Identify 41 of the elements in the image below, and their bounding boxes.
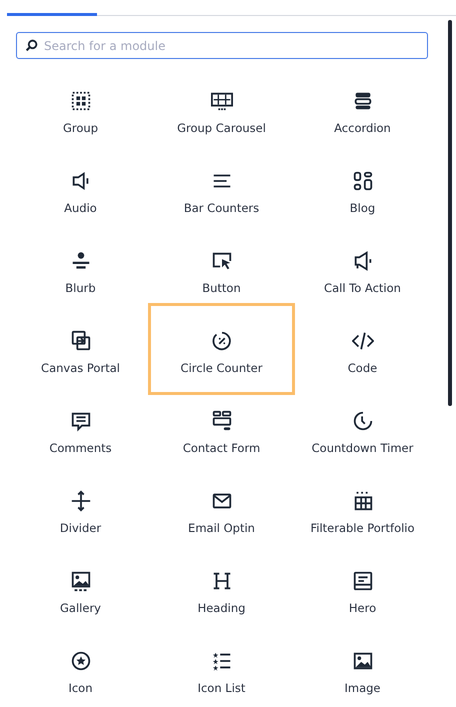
- module-button[interactable]: Circle Counter: [148, 303, 295, 395]
- star-circle-icon: [70, 650, 92, 672]
- module-button[interactable]: Gallery: [10, 549, 151, 629]
- module-button[interactable]: Accordion: [292, 69, 433, 149]
- module-button[interactable]: Canvas Portal: [10, 309, 151, 389]
- dotted-square-icon: [70, 90, 92, 112]
- module-button[interactable]: Countdown Timer: [292, 389, 433, 469]
- module-button[interactable]: Group: [10, 69, 151, 149]
- form-icon: [210, 410, 232, 432]
- scrollbar[interactable]: [448, 20, 452, 406]
- module-button[interactable]: Divider: [10, 469, 151, 549]
- module-button[interactable]: Image: [292, 629, 433, 707]
- module-button[interactable]: Bar Counters: [151, 149, 292, 229]
- percent-circle-icon: [210, 330, 232, 352]
- module-button[interactable]: Heading: [151, 549, 292, 629]
- list-icon: [210, 650, 232, 672]
- module-button[interactable]: Call To Action: [292, 229, 433, 309]
- divider-icon: [70, 490, 92, 512]
- comment-icon: [70, 410, 92, 432]
- image-icon: [352, 650, 374, 672]
- gallery-icon: [70, 570, 92, 592]
- module-button[interactable]: Audio: [10, 149, 151, 229]
- module-button[interactable]: Blurb: [10, 229, 151, 309]
- search-icon: [25, 39, 38, 52]
- module-button[interactable]: Blog: [292, 149, 433, 229]
- module-button[interactable]: Comments: [10, 389, 151, 469]
- search-field[interactable]: Search for a module: [16, 32, 428, 59]
- module-button[interactable]: Filterable Portfolio: [292, 469, 433, 549]
- cursor-icon: [210, 250, 232, 272]
- hero-icon: [352, 570, 374, 592]
- module-button[interactable]: Icon List: [151, 629, 292, 707]
- slides-icon: [210, 90, 232, 112]
- module-button[interactable]: Icon: [10, 629, 151, 707]
- clock-icon: [352, 410, 374, 432]
- module-button[interactable]: Hero: [292, 549, 433, 629]
- squares-arrow-icon: [70, 330, 92, 352]
- module-button[interactable]: Group Carousel: [151, 69, 292, 149]
- blocks-icon: [352, 170, 374, 192]
- code-icon: [352, 330, 374, 352]
- module-button[interactable]: Email Optin: [151, 469, 292, 549]
- module-button[interactable]: Code: [292, 309, 433, 389]
